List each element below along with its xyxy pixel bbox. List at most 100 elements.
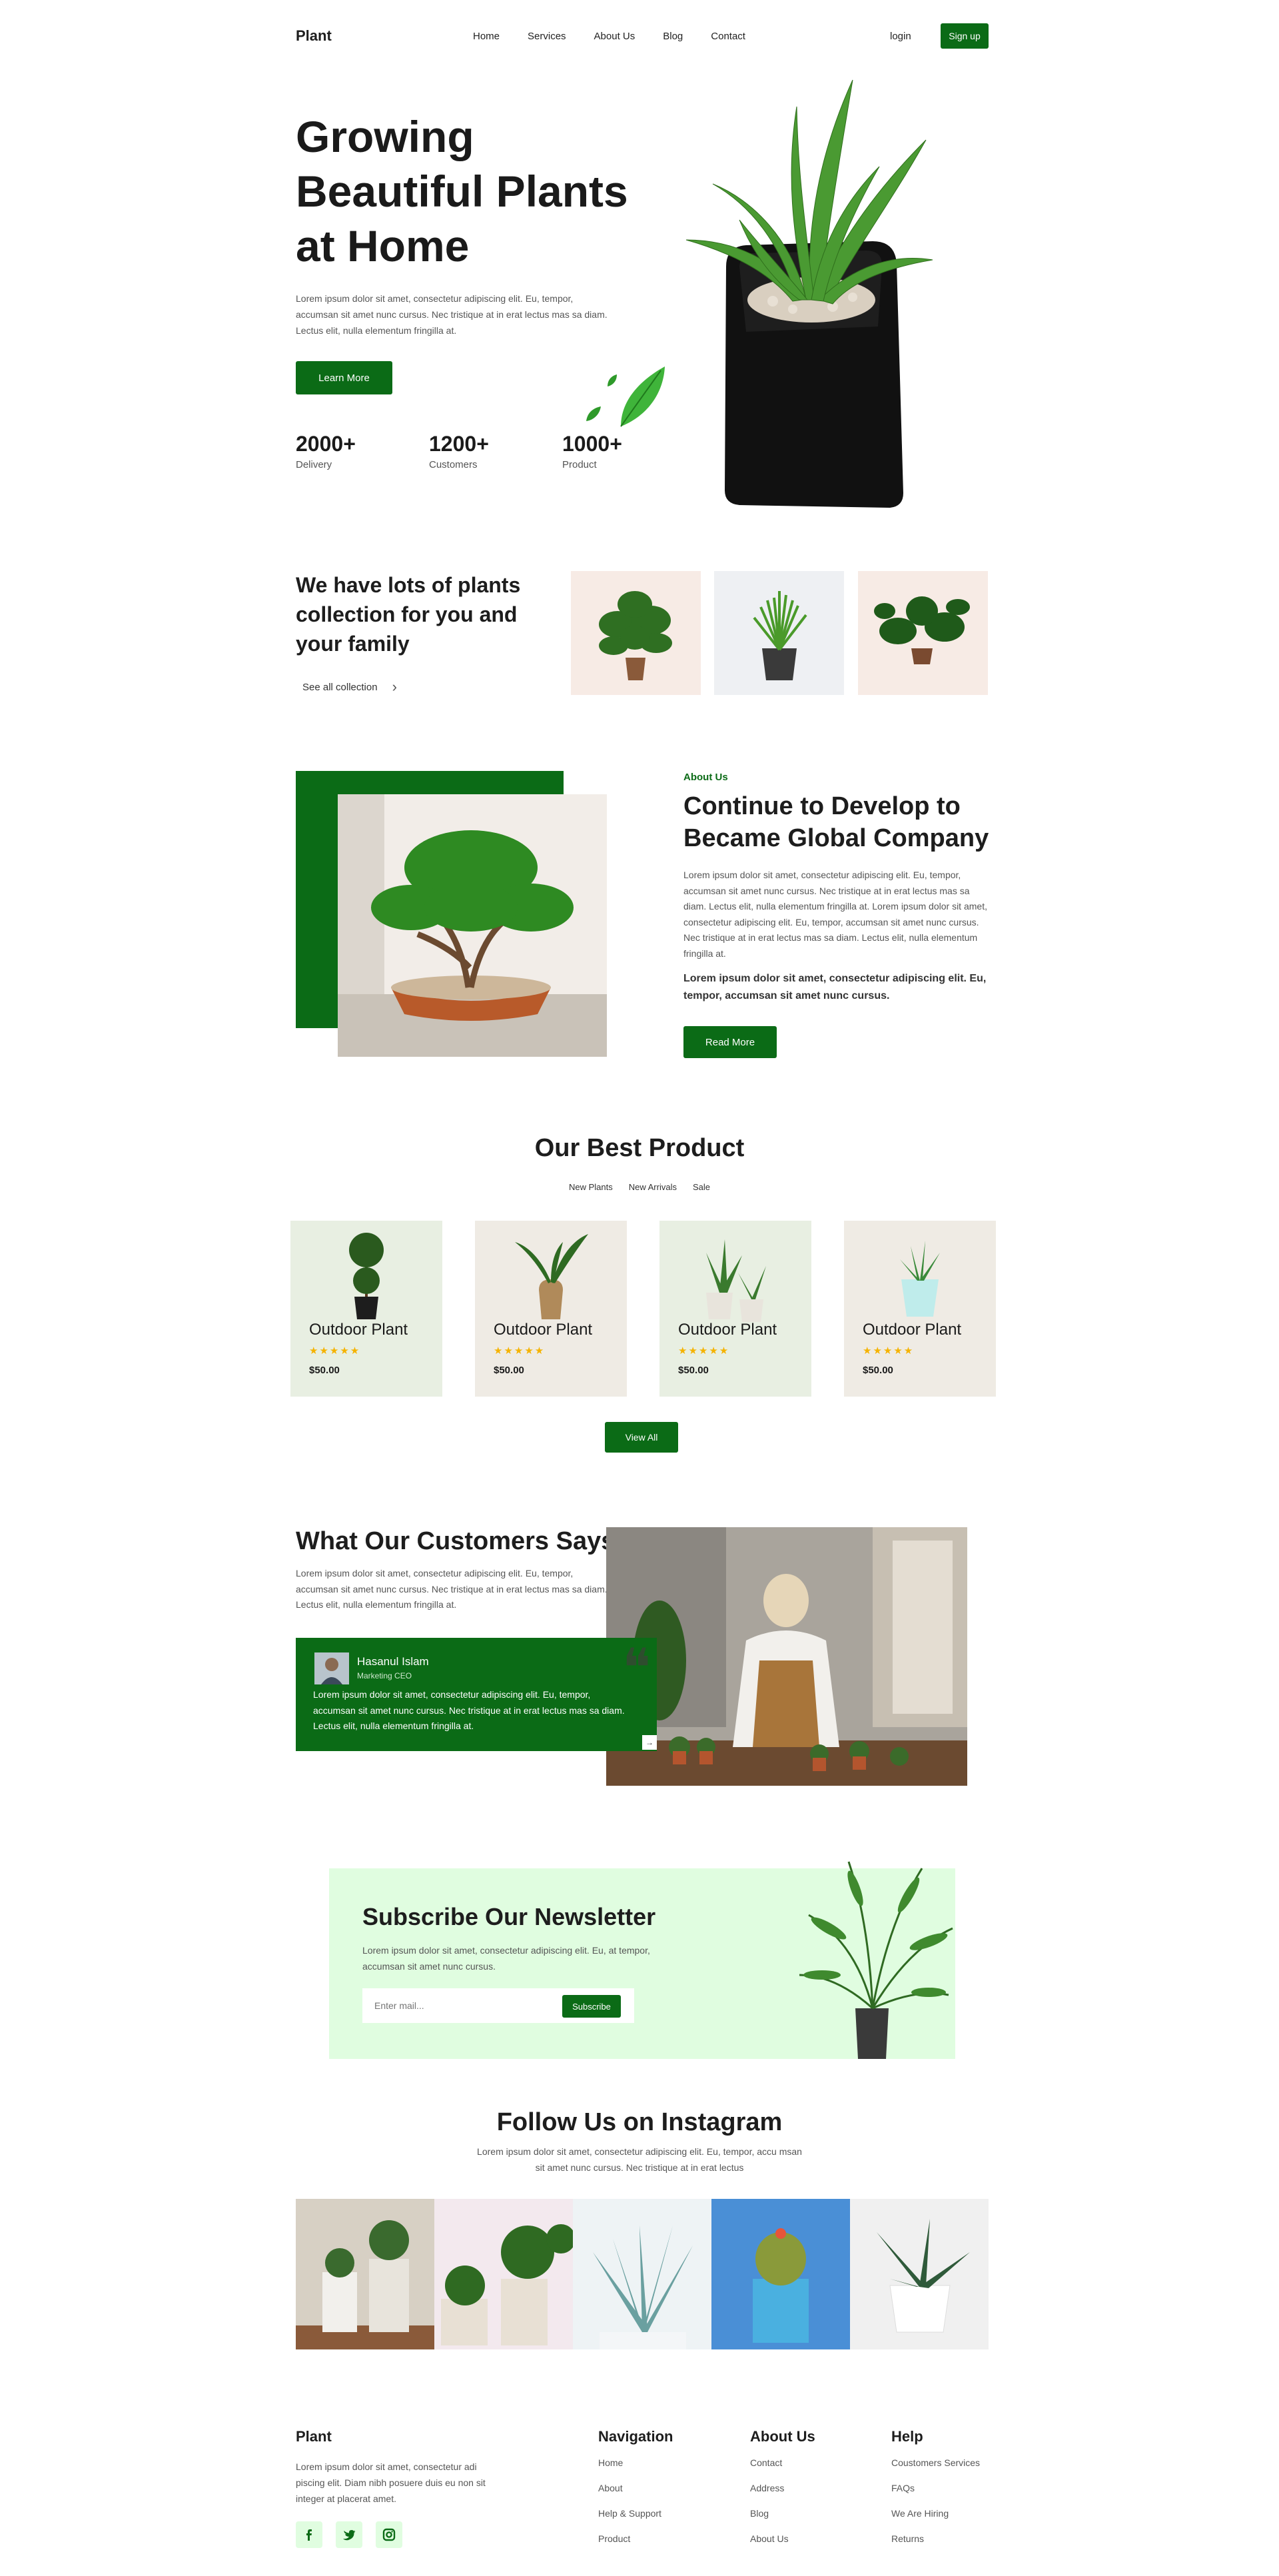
collection-card-2[interactable]	[714, 571, 844, 695]
nav-link-about[interactable]: About Us	[594, 31, 636, 42]
footer-link-customer-services[interactable]: Coustomers Services	[891, 2457, 980, 2468]
footer-link-product[interactable]: Product	[598, 2533, 630, 2544]
footer-link-blog[interactable]: Blog	[750, 2508, 769, 2519]
testimonial-card: Hasanul Islam Marketing CEO ❝ Lorem ipsu…	[296, 1638, 657, 1751]
view-all-button[interactable]: View All	[605, 1422, 678, 1453]
product-tabs: New Plants New Arrivals Sale	[0, 1182, 1279, 1192]
newsletter-section: Subscribe Our Newsletter Lorem ipsum dol…	[329, 1861, 955, 2059]
hero-stats: 2000+ Delivery 1200+ Customers 1000+ Pro…	[296, 432, 695, 470]
nav-link-home[interactable]: Home	[473, 31, 500, 42]
stat-value: 1200+	[429, 432, 489, 456]
nav-link-blog[interactable]: Blog	[663, 31, 683, 42]
product-name: Outdoor Plant	[678, 1321, 777, 1339]
footer-link-hiring[interactable]: We Are Hiring	[891, 2508, 949, 2519]
tab-new-plants[interactable]: New Plants	[569, 1182, 613, 1192]
snake-plant-image	[706, 1239, 766, 1322]
footer-link-home[interactable]: Home	[598, 2457, 623, 2468]
footer-link-returns[interactable]: Returns	[891, 2533, 924, 2544]
chevron-right-icon: ›	[392, 678, 397, 695]
newsletter-text: Lorem ipsum dolor sit amet, consectetur …	[362, 1945, 650, 1972]
hero-potted-aloe-image	[685, 79, 933, 508]
footer-link-about-us[interactable]: About Us	[750, 2533, 789, 2544]
product-card-1[interactable]: Outdoor Plant ★★★★★ $50.00	[290, 1221, 442, 1397]
product-name: Outdoor Plant	[309, 1321, 408, 1339]
avatar	[314, 1652, 349, 1684]
areca-palm-image	[799, 1861, 953, 2059]
footer-nav-title: Navigation	[598, 2428, 673, 2445]
instagram-photo-4[interactable]	[711, 2199, 850, 2349]
product-card-2[interactable]: Outdoor Plant ★★★★★ $50.00	[475, 1221, 627, 1397]
instagram-photo-5[interactable]	[850, 2199, 989, 2349]
stat-label: Delivery	[296, 459, 332, 470]
monstera-plant-image	[599, 591, 672, 680]
product-price: $50.00	[494, 1365, 524, 1376]
testimonial-title: What Our Customers Says	[296, 1527, 616, 1555]
instagram-icon[interactable]	[376, 2521, 402, 2548]
stat-value: 2000+	[296, 432, 356, 456]
about-section-label: About Us	[683, 772, 728, 783]
about-text: Lorem ipsum dolor sit amet, consectetur …	[683, 870, 987, 959]
reviewer-role: Marketing CEO	[357, 1671, 412, 1680]
products-title: Our Best Product	[534, 1134, 745, 1162]
about-bonsai-image	[338, 794, 607, 1057]
product-price: $50.00	[309, 1365, 340, 1376]
about-bold-text: Lorem ipsum dolor sit amet, consectetur …	[683, 973, 987, 1001]
footer-link-about[interactable]: About	[598, 2483, 623, 2493]
footer-about-title: About Us	[750, 2428, 815, 2445]
footer-text: Lorem ipsum dolor sit amet, consectetur …	[296, 2461, 486, 2504]
testimonial-quote: Lorem ipsum dolor sit amet, consectetur …	[313, 1689, 625, 1731]
nav-link-services[interactable]: Services	[528, 31, 566, 42]
star-rating: ★★★★★	[678, 1345, 730, 1357]
about-title: Continue to Develop to Became Global Com…	[683, 792, 989, 852]
stat-delivery: 2000+ Delivery	[296, 432, 429, 470]
subscribe-button[interactable]: Subscribe	[562, 1995, 621, 2018]
footer-help-title: Help	[891, 2428, 923, 2445]
learn-more-button[interactable]: Learn More	[296, 361, 392, 394]
stat-customers: 1200+ Customers	[429, 432, 562, 470]
collection-card-1[interactable]	[571, 571, 701, 695]
footer-link-faqs[interactable]: FAQs	[891, 2483, 915, 2493]
collection-card-3[interactable]	[858, 571, 988, 695]
instagram-photo-2[interactable]	[434, 2199, 573, 2349]
footer-link-address[interactable]: Address	[750, 2483, 784, 2493]
product-card-4[interactable]: Outdoor Plant ★★★★★ $50.00	[844, 1221, 996, 1397]
twitter-icon[interactable]	[336, 2521, 362, 2548]
see-all-label: See all collection	[302, 681, 378, 693]
grass-plant-image	[753, 591, 807, 680]
topiary-plant-image	[349, 1233, 384, 1319]
collection-title: We have lots of plants collection for yo…	[296, 573, 521, 656]
product-price: $50.00	[863, 1365, 893, 1376]
nav-link-contact[interactable]: Contact	[711, 31, 745, 42]
star-rating: ★★★★★	[494, 1345, 546, 1357]
testimonial-intro: Lorem ipsum dolor sit amet, consectetur …	[296, 1568, 608, 1610]
login-link[interactable]: login	[890, 31, 911, 42]
product-name: Outdoor Plant	[863, 1321, 962, 1339]
instagram-title: Follow Us on Instagram	[496, 2108, 783, 2136]
star-rating: ★★★★★	[309, 1345, 361, 1357]
instagram-photo-3[interactable]	[573, 2199, 711, 2349]
gardener-photo	[606, 1527, 967, 1786]
hero-title: Growing Beautiful Plants at Home	[296, 112, 628, 271]
read-more-button[interactable]: Read More	[683, 1026, 777, 1058]
nav-links: Home Services About Us Blog Contact	[473, 31, 745, 42]
newsletter-title: Subscribe Our Newsletter	[362, 1903, 656, 1930]
top-navbar: Plant Home Services About Us Blog Contac…	[296, 23, 989, 49]
footer-link-help[interactable]: Help & Support	[598, 2508, 661, 2519]
email-input[interactable]	[374, 1996, 548, 2015]
next-testimonial-arrow-icon[interactable]: →	[642, 1735, 657, 1750]
product-price: $50.00	[678, 1365, 709, 1376]
footer-link-contact[interactable]: Contact	[750, 2457, 782, 2468]
stat-label: Customers	[429, 459, 478, 470]
see-all-collection-link[interactable]: See all collection ›	[302, 678, 397, 696]
instagram-photo-1[interactable]	[296, 2199, 434, 2349]
tab-new-arrivals[interactable]: New Arrivals	[629, 1182, 677, 1192]
product-name: Outdoor Plant	[494, 1321, 593, 1339]
tab-sale[interactable]: Sale	[693, 1182, 710, 1192]
logo[interactable]: Plant	[296, 27, 469, 45]
hero-text: Lorem ipsum dolor sit amet, consectetur …	[296, 293, 608, 336]
footer-logo[interactable]: Plant	[296, 2428, 332, 2445]
product-card-3[interactable]: Outdoor Plant ★★★★★ $50.00	[659, 1221, 811, 1397]
signup-button[interactable]: Sign up	[941, 23, 989, 49]
newsletter-form: Subscribe	[362, 1988, 634, 2023]
facebook-icon[interactable]	[296, 2521, 322, 2548]
